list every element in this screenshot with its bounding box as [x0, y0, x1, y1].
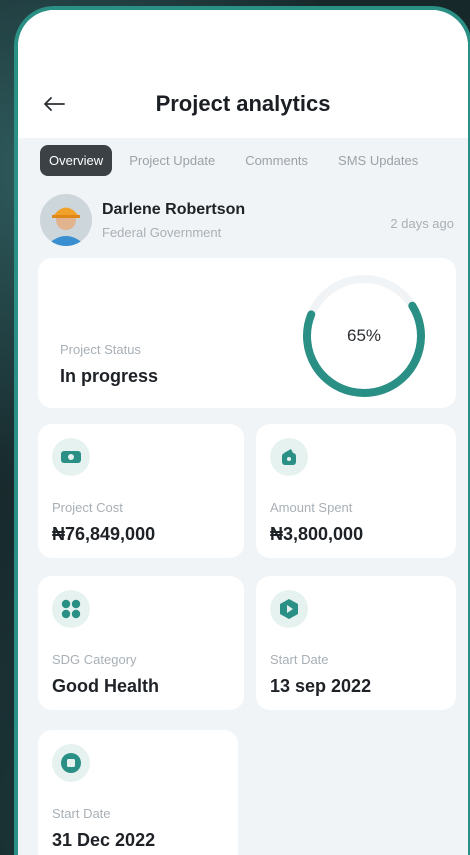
card-value: Good Health [52, 676, 159, 696]
project-cost-card: Project Cost ₦76,849,000 [38, 424, 244, 558]
card-value: 13 sep 2022 [270, 676, 372, 696]
grid-icon [61, 599, 81, 619]
status-value: In progress [60, 366, 159, 386]
card-value: 31 Dec 2022 [52, 830, 156, 850]
app-screen: Project analytics Overview Project Updat… [18, 10, 468, 855]
card-value: ₦76,849,000 [52, 524, 156, 544]
card-label: Project Cost [52, 500, 123, 515]
back-button[interactable] [40, 90, 68, 118]
profile-row: Darlene Robertson Federal Government 2 d… [40, 194, 454, 246]
tab-sms-updates[interactable]: SMS Updates [329, 145, 427, 176]
arrow-left-icon [44, 97, 65, 111]
phone-frame: Project analytics Overview Project Updat… [14, 6, 470, 855]
start-hex-icon [280, 599, 298, 619]
sdg-category-card: SDG Category Good Health [38, 576, 244, 710]
page-title: Project analytics [155, 91, 331, 116]
card-label: Start Date [270, 652, 329, 667]
card-label: Start Date [52, 806, 111, 821]
app-header: Project analytics [18, 82, 468, 126]
amount-spent-card: Amount Spent ₦3,800,000 [256, 424, 456, 558]
tab-comments[interactable]: Comments [236, 145, 317, 176]
card-value: ₦3,800,000 [270, 524, 364, 544]
card-label: Amount Spent [270, 500, 353, 515]
timestamp: 2 days ago [390, 216, 454, 231]
end-date-card: Start Date 31 Dec 2022 [38, 730, 238, 855]
status-label: Project Status [60, 342, 141, 357]
tab-bar: Overview Project Update Comments SMS Upd… [40, 142, 458, 178]
project-status-card: Project Status In progress 65% [38, 258, 456, 408]
start-date-card: Start Date 13 sep 2022 [256, 576, 456, 710]
avatar [40, 194, 92, 246]
progress-ring: 65% [300, 272, 428, 400]
progress-percent: 65% [346, 326, 382, 345]
tab-project-update[interactable]: Project Update [120, 145, 224, 176]
money-icon [61, 451, 81, 463]
stop-circle-icon [61, 753, 81, 773]
wallet-icon [282, 449, 296, 465]
card-label: SDG Category [52, 652, 137, 667]
tab-overview[interactable]: Overview [40, 144, 113, 176]
